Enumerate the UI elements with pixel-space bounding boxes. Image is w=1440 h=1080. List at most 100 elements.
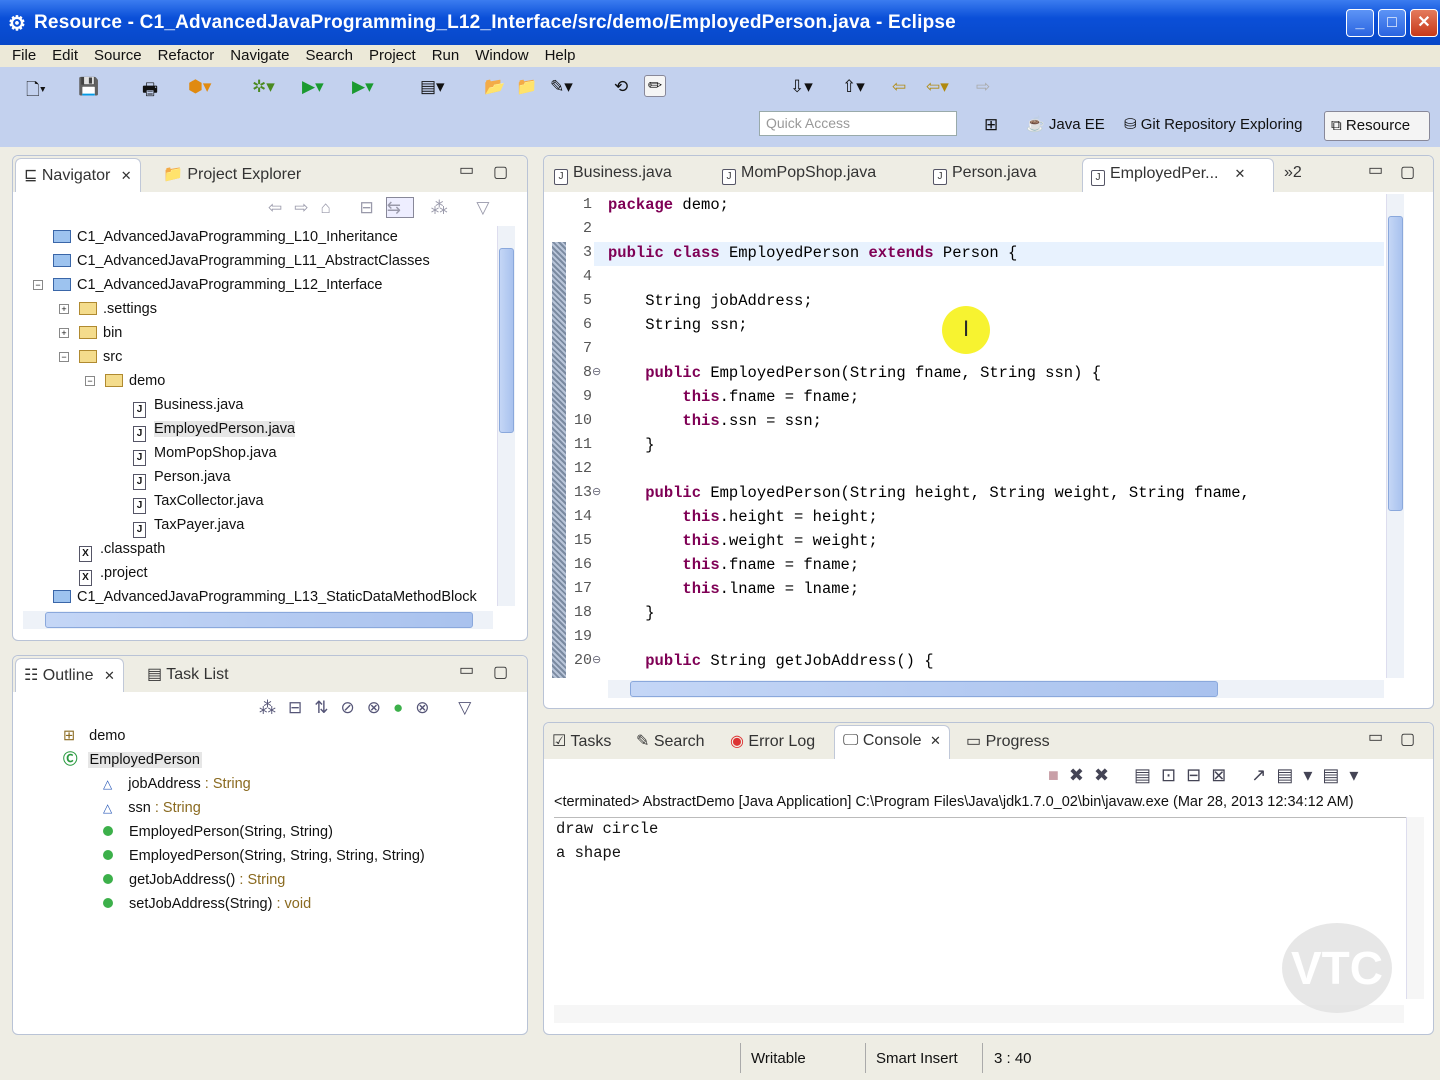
editor-vertical-scrollbar[interactable] xyxy=(1386,194,1404,678)
run-icon[interactable]: ▶▾ xyxy=(302,77,324,97)
tree-item[interactable]: J EmployedPerson.java xyxy=(133,418,296,442)
code-editor[interactable]: 1 package demo; 2 3 public class EmployedPer… xyxy=(544,192,1384,678)
console-vertical-scrollbar[interactable] xyxy=(1406,817,1424,999)
fold-toggle[interactable]: ⊖ xyxy=(592,485,601,498)
vertical-scrollbar[interactable] xyxy=(497,226,515,606)
minimize-icon[interactable]: ▭ xyxy=(1368,727,1383,747)
menu-project[interactable]: Project xyxy=(369,45,416,67)
tree-item[interactable]: J MomPopShop.java xyxy=(133,442,277,466)
outline-member[interactable]: setJobAddress(String) : void xyxy=(103,893,311,915)
outline-class[interactable]: Ⓒ EmployedPerson xyxy=(63,749,202,771)
maximize-button[interactable]: □ xyxy=(1378,9,1406,37)
maximize-icon[interactable]: ▢ xyxy=(1400,162,1415,182)
tree-item[interactable]: X .classpath xyxy=(79,538,165,562)
menu-help[interactable]: Help xyxy=(545,45,576,67)
tab-console[interactable]: 🖵 Console ✕ xyxy=(834,725,950,759)
tree-item[interactable]: C1_AdvancedJavaProgramming_L13_StaticDat… xyxy=(53,586,477,606)
last-edit-icon[interactable]: ⇦ xyxy=(892,77,906,97)
close-icon[interactable]: ✕ xyxy=(930,733,941,748)
expand-toggle[interactable]: − xyxy=(33,280,43,290)
scrollbar-thumb[interactable] xyxy=(1388,216,1403,511)
outline-member[interactable]: △ ssn : String xyxy=(103,797,201,819)
package-icon[interactable]: ⬢▾ xyxy=(188,77,211,97)
tree-item[interactable]: src xyxy=(79,346,122,368)
debug-icon[interactable]: ✲▾ xyxy=(252,77,275,97)
outline-member[interactable]: getJobAddress() : String xyxy=(103,869,285,891)
outline-member[interactable]: △ jobAddress : String xyxy=(103,773,251,795)
tree-item[interactable]: J Person.java xyxy=(133,466,231,490)
save-icon[interactable]: 💾 xyxy=(78,77,99,97)
tab-mompopshop-java[interactable]: J MomPopShop.java xyxy=(722,164,876,185)
menu-run[interactable]: Run xyxy=(432,45,460,67)
perspective-git[interactable]: ⛁ Git Repository Exploring xyxy=(1124,115,1302,133)
fold-toggle[interactable]: ⊖ xyxy=(592,365,601,378)
tree-item[interactable]: J TaxCollector.java xyxy=(133,490,264,514)
menu-edit[interactable]: Edit xyxy=(52,45,78,67)
tab-task-list[interactable]: ▤ Task List xyxy=(147,664,229,684)
expand-toggle[interactable]: − xyxy=(59,352,69,362)
open-type-icon[interactable]: 📂 xyxy=(484,77,505,97)
outline-member[interactable]: EmployedPerson(String, String, String, S… xyxy=(103,845,425,867)
tab-project-explorer[interactable]: 📁 Project Explorer xyxy=(163,164,301,184)
tab-progress[interactable]: ▭ Progress xyxy=(966,731,1050,751)
tree-item[interactable]: J TaxPayer.java xyxy=(133,514,244,538)
menu-window[interactable]: Window xyxy=(475,45,528,67)
scrollbar-thumb[interactable] xyxy=(630,681,1218,697)
search-icon[interactable]: ✎▾ xyxy=(550,77,573,97)
navigator-toolbar[interactable]: ⇦⇨⌂ ⊟⇆ ⁂ ▽ xyxy=(268,197,502,218)
menu-refactor[interactable]: Refactor xyxy=(158,45,215,67)
minimize-icon[interactable]: ▭ xyxy=(459,160,474,180)
tree-item[interactable]: bin xyxy=(79,322,122,344)
console-output[interactable]: draw circle a shape xyxy=(556,817,658,865)
tree-item[interactable]: X .project xyxy=(79,562,148,586)
tree-item[interactable]: J Business.java xyxy=(133,394,243,418)
open-task-icon[interactable]: ▤▾ xyxy=(420,77,445,97)
prev-annotation-icon[interactable]: ⇧▾ xyxy=(842,77,865,97)
close-button[interactable]: ✕ xyxy=(1410,9,1438,37)
fold-toggle[interactable]: ⊖ xyxy=(592,653,601,666)
maximize-icon[interactable]: ▢ xyxy=(493,162,508,182)
minimize-icon[interactable]: ▭ xyxy=(1368,160,1383,180)
minimize-icon[interactable]: ▭ xyxy=(459,660,474,680)
tree-item[interactable]: C1_AdvancedJavaProgramming_L12_Interface xyxy=(53,274,383,296)
console-horizontal-scrollbar[interactable] xyxy=(554,1005,1404,1023)
tab-business-java[interactable]: J Business.java xyxy=(554,164,672,185)
menu-file[interactable]: File xyxy=(12,45,36,67)
tab-employedperson-java[interactable]: J EmployedPer... ✕ xyxy=(1082,158,1274,192)
expand-toggle[interactable]: + xyxy=(59,304,69,314)
tab-error-log[interactable]: ◉ Error Log xyxy=(730,731,815,751)
horizontal-scrollbar[interactable] xyxy=(23,611,493,629)
expand-toggle[interactable]: − xyxy=(85,376,95,386)
open-perspective-icon[interactable]: ⊞ xyxy=(984,115,998,135)
console-toolbar[interactable]: ■✖✖ ▤⊡⊟⊠ ↗▤▾▤▾ xyxy=(1048,765,1368,786)
tree-item[interactable]: .settings xyxy=(79,298,157,320)
perspective-resource[interactable]: ⧉ Resource xyxy=(1324,111,1430,141)
maximize-icon[interactable]: ▢ xyxy=(1400,729,1415,749)
editor-horizontal-scrollbar[interactable] xyxy=(608,680,1384,698)
tab-tasks[interactable]: ☑ Tasks xyxy=(552,731,611,751)
run-external-icon[interactable]: ▶▾ xyxy=(352,77,374,97)
menu-navigate[interactable]: Navigate xyxy=(230,45,289,67)
toggle-breadcrumb-icon[interactable]: ⟲ xyxy=(614,77,628,97)
menu-search[interactable]: Search xyxy=(305,45,353,67)
quick-access-input[interactable]: Quick Access xyxy=(759,111,957,136)
outline-package[interactable]: ⊞ demo xyxy=(63,725,125,747)
close-icon[interactable]: ✕ xyxy=(1235,166,1246,181)
new-icon[interactable]: 🗋▾ xyxy=(26,77,46,106)
next-annotation-icon[interactable]: ⇩▾ xyxy=(790,77,813,97)
tab-navigator[interactable]: ⊑ Navigator ✕ xyxy=(15,158,141,192)
tab-person-java[interactable]: J Person.java xyxy=(933,164,1037,185)
close-icon[interactable]: ✕ xyxy=(121,168,132,183)
more-tabs-button[interactable]: »2 xyxy=(1284,164,1302,182)
tree-item[interactable]: C1_AdvancedJavaProgramming_L11_AbstractC… xyxy=(53,250,430,272)
perspective-java-ee[interactable]: ☕ Java EE xyxy=(1026,115,1105,133)
close-icon[interactable]: ✕ xyxy=(104,668,115,683)
maximize-icon[interactable]: ▢ xyxy=(493,662,508,682)
forward-icon[interactable]: ⇨ xyxy=(976,77,990,97)
back-icon[interactable]: ⇦▾ xyxy=(926,77,949,97)
tree-item[interactable]: demo xyxy=(105,370,165,392)
minimize-button[interactable]: _ xyxy=(1346,9,1374,37)
tab-outline[interactable]: ☷ Outline ✕ xyxy=(15,658,124,692)
tab-search[interactable]: ✎ Search xyxy=(636,731,705,751)
tree-item[interactable]: C1_AdvancedJavaProgramming_L10_Inheritan… xyxy=(53,226,398,248)
